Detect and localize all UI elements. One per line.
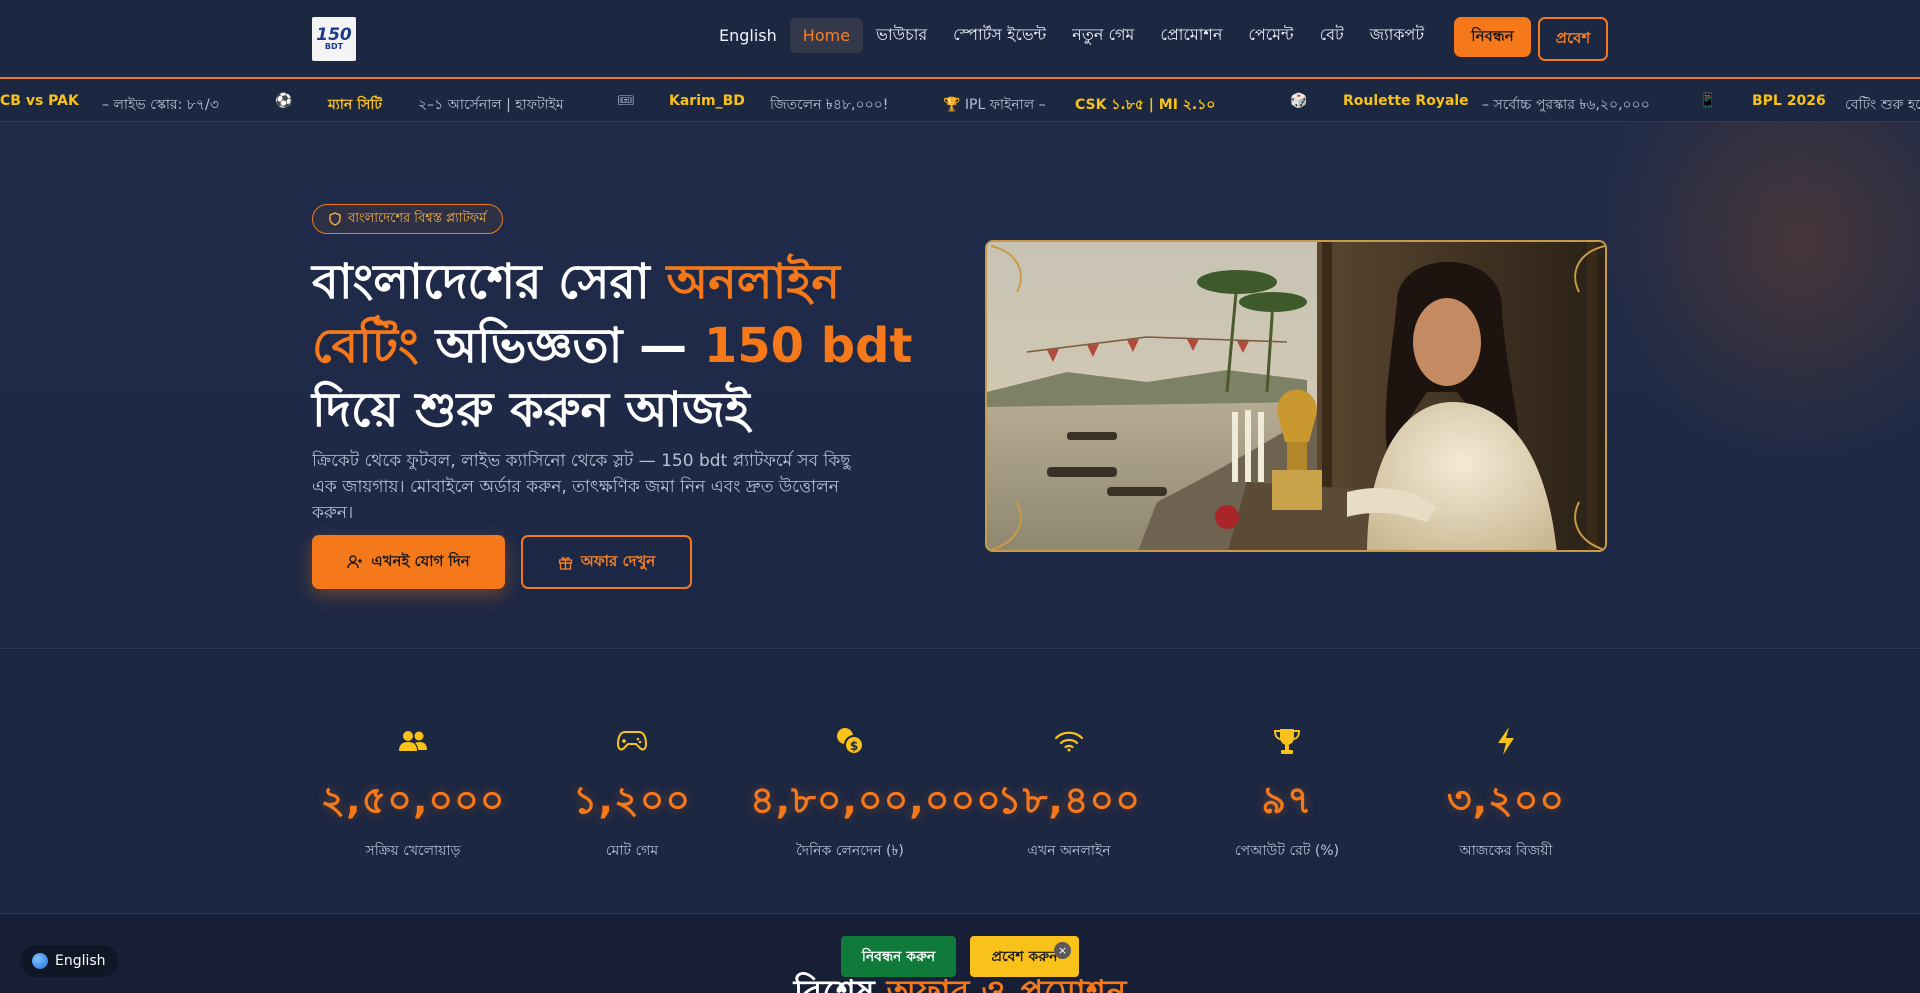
stat-card: $ ৪,৮০,০০,০০০ দৈনিক লেনদেন (৳) bbox=[750, 725, 1002, 863]
main-nav: English Home ভাউচার স্পোর্টস ইভেন্ট নতুন… bbox=[706, 17, 1437, 53]
login-button[interactable]: প্রবেশ bbox=[1538, 17, 1608, 61]
ticker-item: জিতলেন ৳৪৮,০০০! bbox=[770, 97, 889, 113]
stat-label: সক্রিয় খেলোয়াড় bbox=[365, 843, 461, 859]
ticker-item: 🏆 IPL ফাইনাল – bbox=[943, 97, 1046, 113]
stat-label: পেআউট রেট (%) bbox=[1234, 843, 1340, 859]
ticker-item: বেটিং শুরু হচ্ছে bbox=[1845, 97, 1920, 113]
language-switcher[interactable]: English bbox=[20, 945, 118, 977]
wifi-icon bbox=[969, 725, 1169, 757]
stat-label: দৈনিক লেনদেন (৳) bbox=[796, 843, 904, 859]
gift-icon bbox=[558, 556, 572, 570]
section-title: বিশেষ অফার ও প্রমোশন bbox=[0, 971, 1920, 993]
join-now-button[interactable]: এখনই যোগ দিন bbox=[312, 535, 505, 589]
nav-item-voucher[interactable]: ভাউচার bbox=[863, 14, 940, 57]
stat-value: ২,৫০,০০০ bbox=[320, 778, 506, 822]
stat-label: মোট গেম bbox=[605, 843, 659, 859]
stat-value: ৯৭ bbox=[1261, 778, 1313, 822]
bolt-icon bbox=[1406, 725, 1606, 757]
shield-icon bbox=[329, 212, 341, 226]
globe-icon bbox=[32, 953, 48, 969]
hero-illustration bbox=[987, 242, 1605, 550]
title-highlight: 150 bdt bbox=[703, 318, 913, 374]
stat-label: আজকের বিজয়ী bbox=[1459, 843, 1553, 859]
site-logo[interactable]: 150 BDT bbox=[312, 17, 356, 61]
nav-item-english[interactable]: English bbox=[706, 18, 790, 53]
hero-section: বাংলাদেশের বিশ্বস্ত প্ল্যাটফর্ম বাংলাদেশ… bbox=[0, 122, 1920, 649]
users-icon bbox=[313, 725, 513, 757]
ticket-icon: 🎟 bbox=[617, 93, 635, 109]
promo-section: বিশেষ অফার ও প্রমোশন English নিবন্ধন করু… bbox=[0, 915, 1920, 993]
nav-item-sports-events[interactable]: স্পোর্টস ইভেন্ট bbox=[940, 14, 1059, 57]
coins-icon: $ bbox=[750, 725, 950, 757]
user-plus-icon bbox=[347, 555, 363, 569]
site-header: 150 BDT English Home ভাউচার স্পোর্টস ইভে… bbox=[0, 0, 1920, 79]
nav-item-jackpot[interactable]: জ্যাকপট bbox=[1357, 14, 1437, 57]
stat-card: ৯৭ পেআউট রেট (%) bbox=[1187, 725, 1387, 863]
join-now-label: এখনই যোগ দিন bbox=[371, 551, 470, 570]
nav-item-home[interactable]: Home bbox=[789, 17, 864, 53]
title-text: বাংলাদেশের সেরা bbox=[312, 254, 667, 310]
view-offer-label: অফার দেখুন bbox=[580, 551, 656, 570]
nav-item-promotion[interactable]: প্রোমোশন bbox=[1147, 14, 1235, 57]
trophy-icon bbox=[1187, 725, 1387, 757]
phone-icon: 📱 bbox=[1699, 93, 1717, 109]
nav-item-bet[interactable]: বেট bbox=[1307, 14, 1357, 57]
hero-description: ক্রিকেট থেকে ফুটবল, লাইভ ক্যাসিনো থেকে স… bbox=[312, 451, 851, 523]
ticker-item: ২–১ আর্সেনাল | হাফটাইম bbox=[418, 97, 564, 113]
close-icon[interactable]: × bbox=[1054, 942, 1071, 959]
ticker-item: – সর্বোচ্চ পুরস্কার ৳৬,২০,০০০ bbox=[1482, 97, 1650, 113]
stat-value: ৪,৮০,০০,০০০ bbox=[750, 778, 1002, 822]
stat-card: ৩,২০০ আজকের বিজয়ী bbox=[1406, 725, 1606, 863]
ticker-item: – লাইভ স্কোর: ৮৭/৩ bbox=[102, 97, 219, 113]
stats-section: ২,৫০,০০০ সক্রিয় খেলোয়াড় ১,২০০ মোট গেম… bbox=[0, 650, 1920, 914]
svg-text:$: $ bbox=[850, 739, 858, 753]
ticker-item: Roulette Royale bbox=[1343, 93, 1469, 109]
stat-value: ৩,২০০ bbox=[1446, 778, 1566, 822]
logo-number: 150 bbox=[316, 25, 352, 45]
register-button[interactable]: নিবন্ধন bbox=[1454, 17, 1531, 57]
hero-title: বাংলাদেশের সেরা অনলাইন বেটিং অভিজ্ঞতা — … bbox=[312, 250, 932, 442]
nav-item-payment[interactable]: পেমেন্ট bbox=[1235, 14, 1306, 57]
stat-card: ১,২০০ মোট গেম bbox=[532, 725, 732, 863]
title-text: অভিজ্ঞতা — bbox=[418, 318, 704, 374]
stat-value: ১,২০০ bbox=[572, 778, 692, 822]
ticker-item: CB vs PAK bbox=[0, 93, 79, 109]
logo-sub: BDT bbox=[324, 42, 344, 51]
title-text: দিয়ে শুরু করুন আজই bbox=[312, 382, 750, 438]
dice-icon: 🎲 bbox=[1290, 93, 1308, 109]
stat-card: ২,৫০,০০০ সক্রিয় খেলোয়াড় bbox=[313, 725, 513, 863]
ticker-item: CSK ১.৮৫ | MI ২.১০ bbox=[1075, 97, 1216, 113]
ticker-item: Karim_BD bbox=[669, 93, 745, 109]
live-ticker: CB vs PAK – লাইভ স্কোর: ৮৭/৩ ⚽ ম্যান সিট… bbox=[0, 81, 1920, 122]
view-offer-button[interactable]: অফার দেখুন bbox=[521, 535, 692, 589]
ticker-item: ম্যান সিটি bbox=[328, 97, 383, 113]
hero-image bbox=[985, 240, 1607, 552]
stat-card: ১৮,৪০০ এখন অনলাইন bbox=[969, 725, 1169, 863]
trust-badge: বাংলাদেশের বিশ্বস্ত প্ল্যাটফর্ম bbox=[312, 204, 504, 234]
gamepad-icon bbox=[532, 725, 732, 757]
floating-register-button[interactable]: নিবন্ধন করুন bbox=[841, 936, 956, 977]
badge-text: বাংলাদেশের বিশ্বস্ত প্ল্যাটফর্ম bbox=[348, 210, 487, 226]
language-label: English bbox=[55, 953, 106, 969]
soccer-ball-icon: ⚽ bbox=[275, 93, 293, 109]
stat-label: এখন অনলাইন bbox=[1027, 843, 1111, 859]
stat-value: ১৮,৪০০ bbox=[997, 778, 1141, 822]
nav-item-new-games[interactable]: নতুন গেম bbox=[1059, 14, 1147, 57]
ticker-item: BPL 2026 bbox=[1752, 93, 1826, 109]
